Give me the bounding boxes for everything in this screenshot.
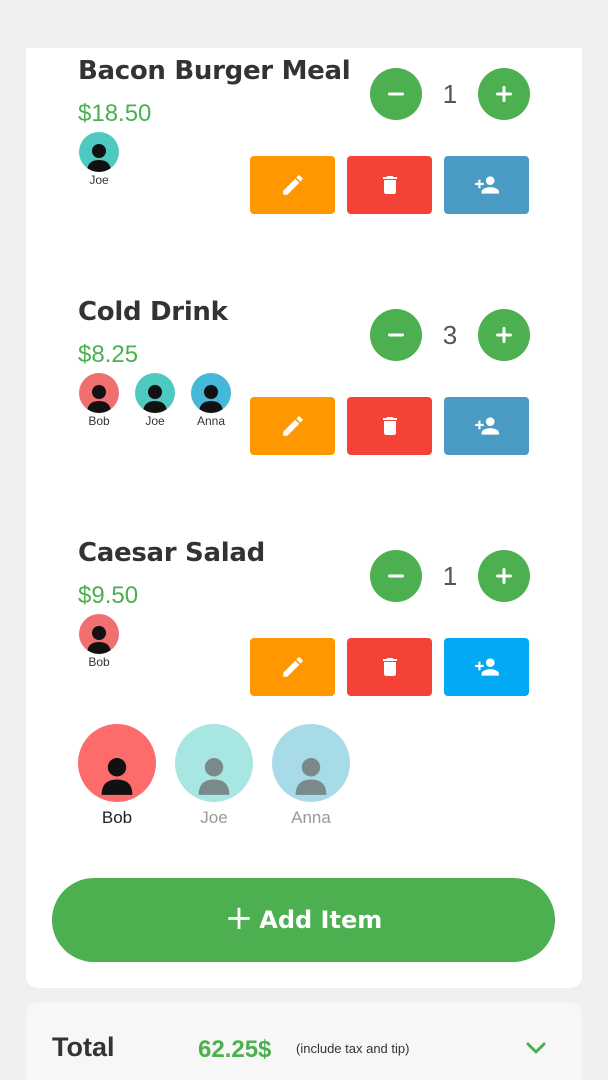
person-option-bob[interactable]: Bob (78, 724, 156, 828)
pencil-icon (282, 657, 303, 677)
minus-icon (388, 92, 404, 96)
increase-quantity-button[interactable] (478, 550, 530, 602)
pencil-icon (282, 416, 303, 436)
item-name: Cold Drink (78, 297, 228, 327)
total-summary[interactable]: Total 62.25$ (include tax and tip) (26, 1002, 582, 1080)
avatar (79, 614, 119, 654)
order-item-bacon-burger-meal: Bacon Burger Meal $18.50 1 Joe (26, 48, 582, 248)
minus-icon (388, 333, 404, 337)
person-name: Bob (88, 414, 110, 428)
person-icon (143, 385, 167, 413)
edit-button[interactable] (250, 638, 335, 696)
person-option-anna[interactable]: Anna (272, 724, 350, 828)
order-card: Bacon Burger Meal $18.50 1 Joe Cold Drin… (26, 48, 582, 988)
quantity-stepper: 1 (370, 68, 530, 120)
person-icon (87, 626, 111, 654)
item-actions (250, 638, 530, 696)
assign-person-button[interactable] (444, 156, 529, 214)
total-amount: 62.25$ (198, 1036, 272, 1063)
assigned-person: Joe (134, 373, 176, 428)
assigned-person: Anna (190, 373, 232, 428)
trash-icon (382, 658, 397, 676)
person-icon (101, 758, 133, 795)
minus-icon (388, 574, 404, 578)
total-note: (include tax and tip) (296, 1041, 410, 1056)
item-price: $8.25 (78, 341, 139, 368)
increase-quantity-button[interactable] (478, 68, 530, 120)
person-name: Bob (88, 655, 110, 669)
plus-icon: + (224, 898, 254, 938)
total-label: Total (52, 1032, 115, 1062)
person-name: Joe (89, 173, 109, 187)
person-icon (295, 758, 327, 795)
item-name: Bacon Burger Meal (78, 56, 351, 86)
item-actions (250, 397, 530, 455)
edit-button[interactable] (250, 156, 335, 214)
person-name: Joe (145, 414, 165, 428)
plus-icon (496, 568, 512, 584)
avatar (175, 724, 253, 802)
avatar (191, 373, 231, 413)
assigned-person: Bob (78, 614, 120, 669)
decrease-quantity-button[interactable] (370, 550, 422, 602)
item-price: $18.50 (78, 100, 152, 127)
increase-quantity-button[interactable] (478, 309, 530, 361)
person-icon (87, 144, 111, 172)
decrease-quantity-button[interactable] (370, 309, 422, 361)
person-icon (198, 758, 230, 795)
assign-person-button[interactable] (444, 638, 529, 696)
quantity-stepper: 3 (370, 309, 530, 361)
assigned-person: Bob (78, 373, 120, 428)
order-item-caesar-salad: Caesar Salad $9.50 1 Bob (26, 530, 582, 730)
quantity-value: 3 (442, 319, 458, 350)
add-item-label: Add Item (259, 906, 383, 934)
person-icon (87, 385, 111, 413)
avatar (79, 132, 119, 172)
edit-button[interactable] (250, 397, 335, 455)
avatar (272, 724, 350, 802)
decrease-quantity-button[interactable] (370, 68, 422, 120)
trash-icon (382, 417, 397, 435)
avatar (135, 373, 175, 413)
assign-person-button[interactable] (444, 397, 529, 455)
person-name: Joe (200, 808, 228, 827)
person-option-joe[interactable]: Joe (175, 724, 253, 828)
avatar (79, 373, 119, 413)
assigned-person: Joe (78, 132, 120, 187)
avatar (78, 724, 156, 802)
item-price: $9.50 (78, 582, 139, 609)
delete-button[interactable] (347, 397, 432, 455)
person-name: Bob (101, 808, 133, 827)
delete-button[interactable] (347, 638, 432, 696)
person-icon (199, 385, 223, 413)
person-name: Anna (196, 414, 226, 428)
chevron-down-icon[interactable] (522, 1034, 550, 1062)
add-person-icon (474, 176, 499, 194)
add-person-icon (474, 417, 499, 435)
pencil-icon (282, 175, 303, 195)
plus-icon (496, 327, 512, 343)
item-actions (250, 156, 530, 214)
item-name: Caesar Salad (78, 538, 265, 568)
person-name: Anna (291, 808, 331, 827)
add-item-button[interactable]: + Add Item (52, 878, 555, 962)
delete-button[interactable] (347, 156, 432, 214)
quantity-value: 1 (442, 78, 458, 109)
plus-icon (496, 86, 512, 102)
add-person-icon (474, 658, 499, 676)
quantity-stepper: 1 (370, 550, 530, 602)
trash-icon (382, 176, 397, 194)
order-item-cold-drink: Cold Drink $8.25 3 Bob Joe Anna (26, 289, 582, 489)
quantity-value: 1 (442, 560, 458, 591)
